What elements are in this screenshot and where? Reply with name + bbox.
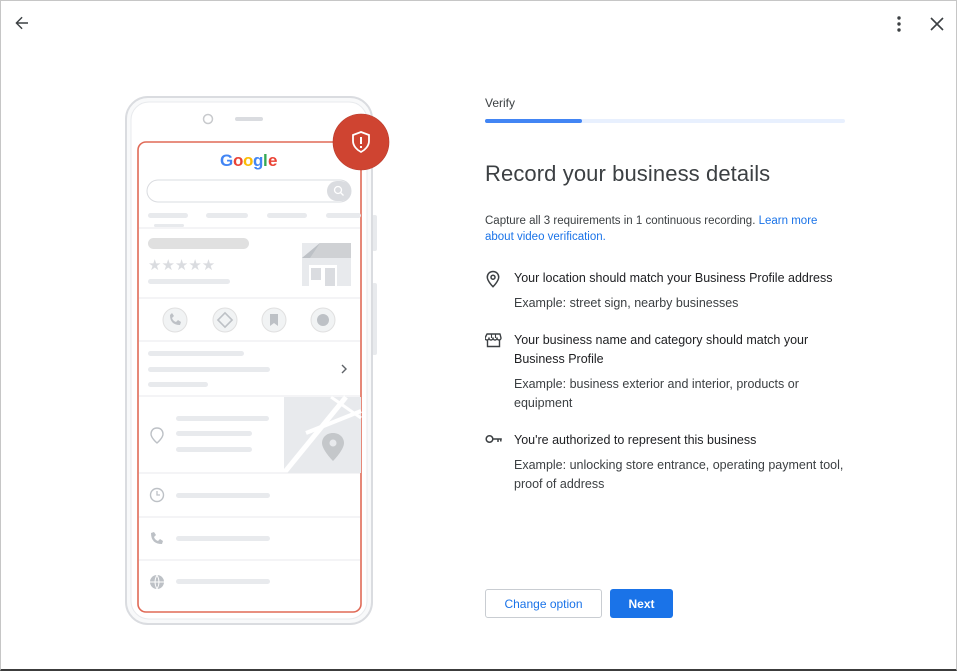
requirement-title: You're authorized to represent this busi… xyxy=(514,433,757,447)
svg-text:o: o xyxy=(233,151,243,170)
requirement-example: Example: unlocking store entrance, opera… xyxy=(514,458,844,491)
svg-text:G: G xyxy=(220,151,233,170)
storefront-icon xyxy=(484,333,502,348)
phone-illustration: G o o g l e ★★★★★ xyxy=(125,96,390,625)
next-button[interactable]: Next xyxy=(610,589,673,618)
step-label: Verify xyxy=(485,96,516,110)
requirement-title: Your location should match your Business… xyxy=(514,271,833,285)
close-icon xyxy=(930,17,944,31)
progress-fill xyxy=(485,119,583,123)
google-logo: G o o g l e xyxy=(220,151,277,170)
key-icon xyxy=(485,434,502,444)
svg-text:g: g xyxy=(253,151,263,170)
requirement-authorization: You're authorized to represent this busi… xyxy=(485,431,847,494)
requirement-business-name: Your business name and category should m… xyxy=(484,331,847,413)
intro-sentence: Capture all 3 requirements in 1 continuo… xyxy=(485,215,759,227)
dialog-window: G o o g l e ★★★★★ Verify Record your bus… xyxy=(0,0,957,671)
verification-panel: Verify Record your business details Capt… xyxy=(484,91,847,494)
action-buttons: Change option Next xyxy=(485,589,673,618)
arrow-left-icon xyxy=(15,16,28,30)
store-illustration xyxy=(302,243,351,286)
change-option-button[interactable]: Change option xyxy=(485,589,602,618)
shield-alert-icon xyxy=(332,113,390,171)
intro-text: Capture all 3 requirements in 1 continuo… xyxy=(485,213,847,245)
requirement-example: Example: business exterior and interior,… xyxy=(514,377,799,410)
more-options-button[interactable] xyxy=(885,10,913,38)
svg-text:o: o xyxy=(243,151,253,170)
back-button[interactable] xyxy=(8,9,36,37)
requirements-list: Your location should match your Business… xyxy=(484,269,847,494)
more-vert-icon xyxy=(897,16,901,32)
requirement-title: Your business name and category should m… xyxy=(514,333,809,366)
page-title: Record your business details xyxy=(485,161,771,186)
close-button[interactable] xyxy=(923,10,951,38)
requirement-example: Example: street sign, nearby businesses xyxy=(514,296,739,310)
svg-text:e: e xyxy=(268,151,277,170)
progress-bar xyxy=(485,119,845,123)
location-pin-icon xyxy=(486,270,500,288)
map-thumbnail xyxy=(282,395,362,475)
requirement-location: Your location should match your Business… xyxy=(485,269,847,313)
svg-text:★★★★★: ★★★★★ xyxy=(148,256,215,274)
